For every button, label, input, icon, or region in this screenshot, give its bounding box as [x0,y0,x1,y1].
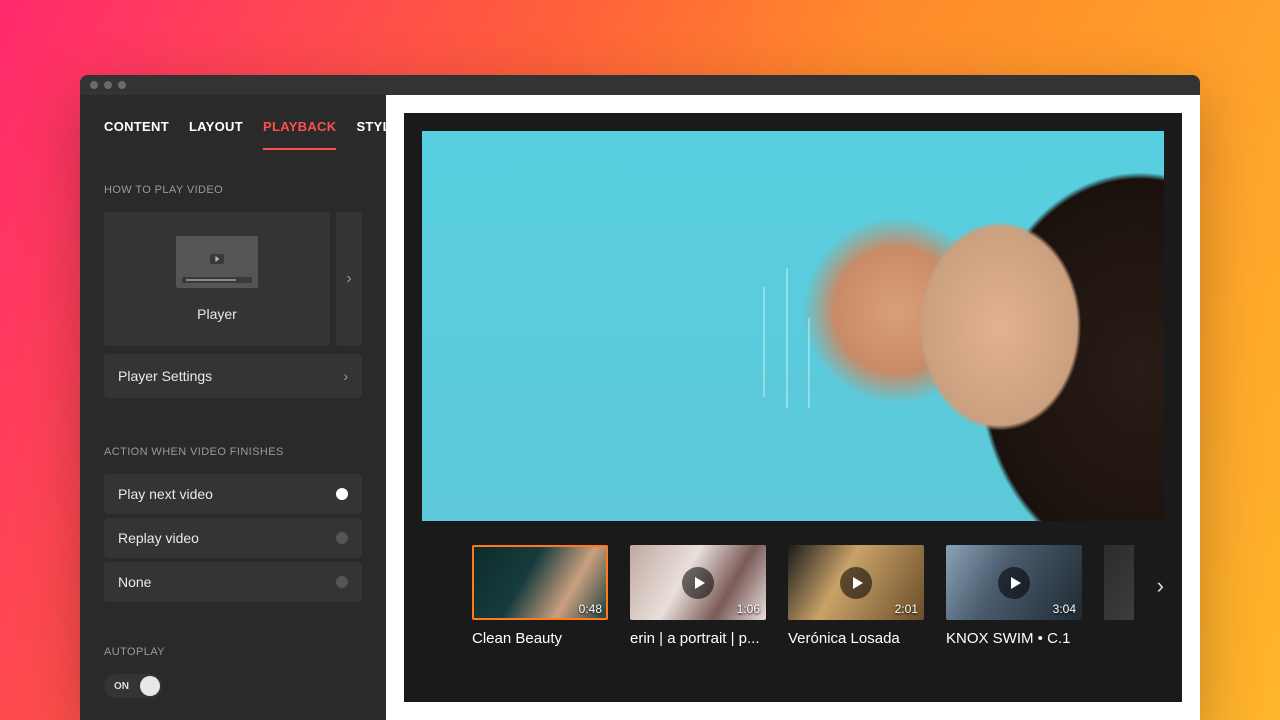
playlist-title: KNOX SWIM • C.1 [946,630,1082,647]
toggle-knob [140,676,160,696]
window-titlebar [80,75,1200,95]
finish-option-label: None [118,574,151,590]
playlist-item[interactable]: 2:01 Verónica Losada [788,545,924,647]
playlist-title: Verónica Losada [788,630,924,647]
playlist-thumb: 2:01 [788,545,924,620]
player-mode-card[interactable]: Player [104,212,330,346]
preview-pane: 0:48 Clean Beauty 1:06 erin | a portrait… [386,95,1200,720]
player-thumbnail-icon [176,236,258,288]
window-max-dot[interactable] [118,81,126,89]
tab-content[interactable]: CONTENT [104,119,169,150]
playlist-duration: 0:48 [579,602,602,616]
window-close-dot[interactable] [90,81,98,89]
playlist-title: erin | a portrait | p... [630,630,766,647]
play-icon [998,567,1030,599]
finish-option-label: Replay video [118,530,199,546]
radio-selected-icon [336,488,348,500]
finish-option-none[interactable]: None [104,562,362,602]
playlist-item[interactable]: 0:48 Clean Beauty [472,545,608,647]
playlist-next-button[interactable]: › [1157,573,1164,599]
playlist-duration: 2:01 [895,602,918,616]
chevron-right-icon: › [343,368,348,384]
playlist-thumb [1104,545,1134,620]
settings-sidebar: CONTENT LAYOUT PLAYBACK STYLE HOW TO PLA… [80,95,386,720]
finish-option-replay[interactable]: Replay video [104,518,362,558]
player-mode-label: Player [197,306,237,322]
radio-unselected-icon [336,532,348,544]
play-icon [840,567,872,599]
playlist-thumb: 1:06 [630,545,766,620]
playlist-item[interactable]: 3:04 KNOX SWIM • C.1 [946,545,1082,647]
finish-option-label: Play next video [118,486,213,502]
video-stage: 0:48 Clean Beauty 1:06 erin | a portrait… [404,113,1182,702]
playlist-item[interactable] [1104,545,1134,620]
autoplay-state-label: ON [114,681,129,692]
finish-option-play-next[interactable]: Play next video [104,474,362,514]
play-icon [682,567,714,599]
tab-layout[interactable]: LAYOUT [189,119,243,150]
playlist-thumb: 0:48 [472,545,608,620]
tab-bar: CONTENT LAYOUT PLAYBACK STYLE [104,95,362,150]
chevron-right-icon: › [1157,573,1164,598]
section-action-finish: ACTION WHEN VIDEO FINISHES [104,446,362,458]
player-settings-label: Player Settings [118,368,212,384]
playlist-duration: 1:06 [737,602,760,616]
playlist-row: 0:48 Clean Beauty 1:06 erin | a portrait… [422,545,1164,647]
tab-playback[interactable]: PLAYBACK [263,119,336,150]
player-settings-row[interactable]: Player Settings › [104,354,362,398]
player-mode-next[interactable]: › [336,212,362,346]
tab-style[interactable]: STYLE [356,119,386,150]
playlist-title: Clean Beauty [472,630,608,647]
main-video[interactable] [422,131,1164,521]
window-min-dot[interactable] [104,81,112,89]
section-autoplay: AUTOPLAY [104,646,362,658]
section-how-to-play: HOW TO PLAY VIDEO [104,184,362,196]
radio-unselected-icon [336,576,348,588]
app-window: CONTENT LAYOUT PLAYBACK STYLE HOW TO PLA… [80,75,1200,720]
background: CONTENT LAYOUT PLAYBACK STYLE HOW TO PLA… [0,0,1280,720]
autoplay-toggle[interactable]: ON [104,674,162,698]
playlist-thumb: 3:04 [946,545,1082,620]
chevron-right-icon: › [346,270,351,288]
playlist-duration: 3:04 [1053,602,1076,616]
playlist-item[interactable]: 1:06 erin | a portrait | p... [630,545,766,647]
